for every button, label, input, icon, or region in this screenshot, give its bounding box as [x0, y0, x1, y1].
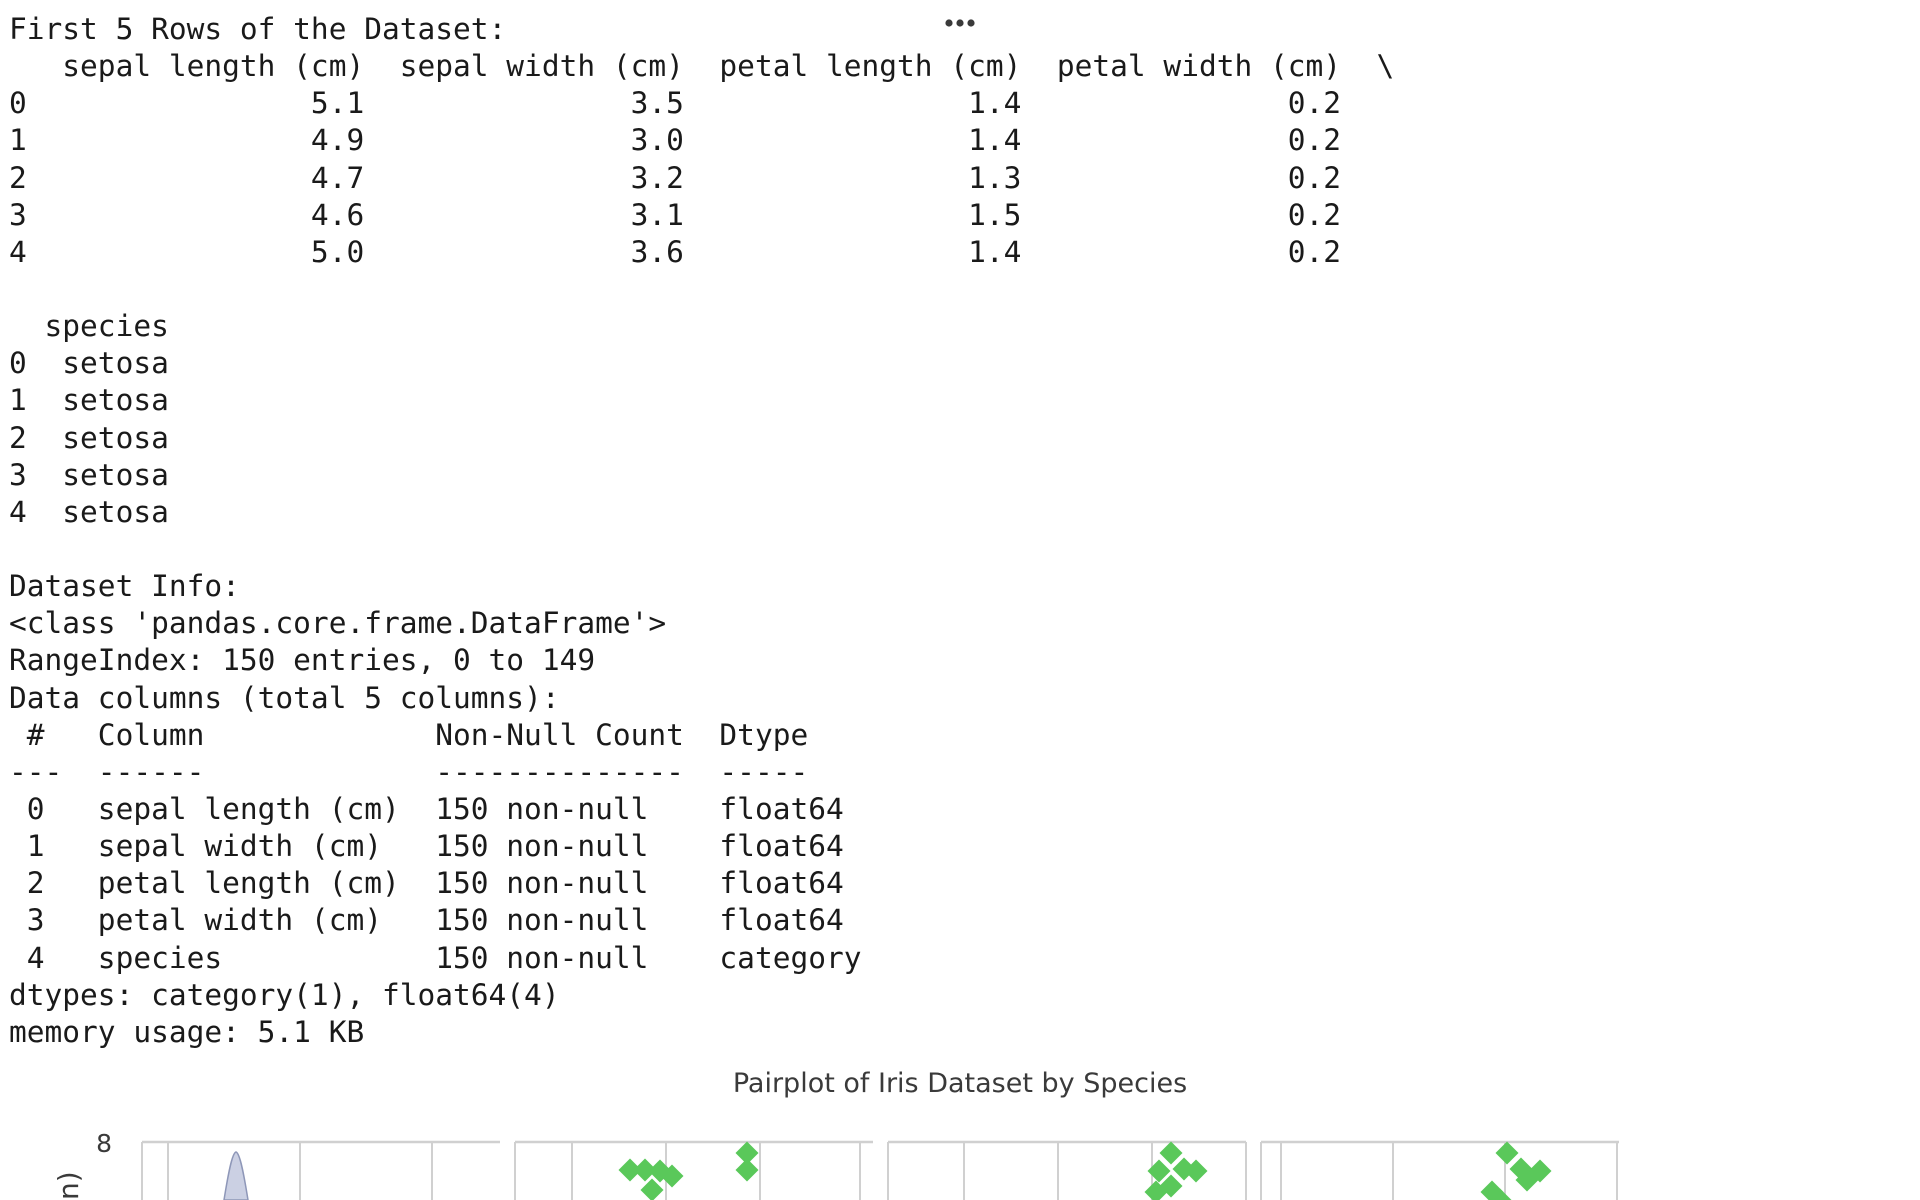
output-line: 4 5.0 3.6 1.4 0.2 — [9, 234, 1395, 269]
output-line: species — [9, 309, 169, 344]
output-line: memory usage: 5.1 KB — [9, 1014, 365, 1049]
pairplot-figure: Pairplot of Iris Dataset by Species 8 n) — [0, 1055, 1920, 1200]
output-line: 3 setosa — [9, 457, 169, 492]
output-line: 1 sepal width (cm) 150 non-null float64 — [9, 829, 862, 864]
output-line: 3 4.6 3.1 1.5 0.2 — [9, 197, 1395, 232]
scatter-marker — [1159, 1141, 1183, 1165]
output-line: 2 petal length (cm) 150 non-null float64 — [9, 866, 862, 901]
output-line: # Column Non-Null Count Dtype — [9, 717, 862, 752]
kde-curve — [223, 1151, 249, 1200]
output-line: 4 species 150 non-null category — [9, 940, 862, 975]
output-line: 1 setosa — [9, 383, 169, 418]
output-line: sepal length (cm) sepal width (cm) petal… — [9, 49, 1395, 84]
output-line: Dataset Info: — [9, 569, 240, 604]
output-line: First 5 Rows of the Dataset: — [9, 12, 507, 46]
output-line: 0 setosa — [9, 346, 169, 381]
output-line: RangeIndex: 150 entries, 0 to 149 — [9, 643, 596, 678]
output-line: Data columns (total 5 columns): — [9, 680, 560, 715]
scatter-marker — [735, 1158, 759, 1182]
output-line: 0 5.1 3.5 1.4 0.2 — [9, 86, 1395, 121]
y-tick-label: 8 — [96, 1129, 112, 1158]
output-line: 2 setosa — [9, 420, 169, 455]
output-line: <class 'pandas.core.frame.DataFrame'> — [9, 606, 667, 641]
output-line: 1 4.9 3.0 1.4 0.2 — [9, 123, 1395, 158]
y-axis-label: n) — [52, 1171, 85, 1200]
cell-output-text: First 5 Rows of the Dataset: sepal lengt… — [9, 11, 1394, 1051]
output-line: 2 4.7 3.2 1.3 0.2 — [9, 160, 1395, 195]
output-line: 3 petal width (cm) 150 non-null float64 — [9, 903, 862, 938]
output-line: 4 setosa — [9, 494, 169, 529]
output-line: --- ------ -------------- ----- — [9, 754, 862, 789]
scatter-marker — [1495, 1141, 1519, 1165]
output-line: 0 sepal length (cm) 150 non-null float64 — [9, 791, 862, 826]
chart-title: Pairplot of Iris Dataset by Species — [732, 1068, 1188, 1099]
output-line: dtypes: category(1), float64(4) — [9, 977, 560, 1012]
